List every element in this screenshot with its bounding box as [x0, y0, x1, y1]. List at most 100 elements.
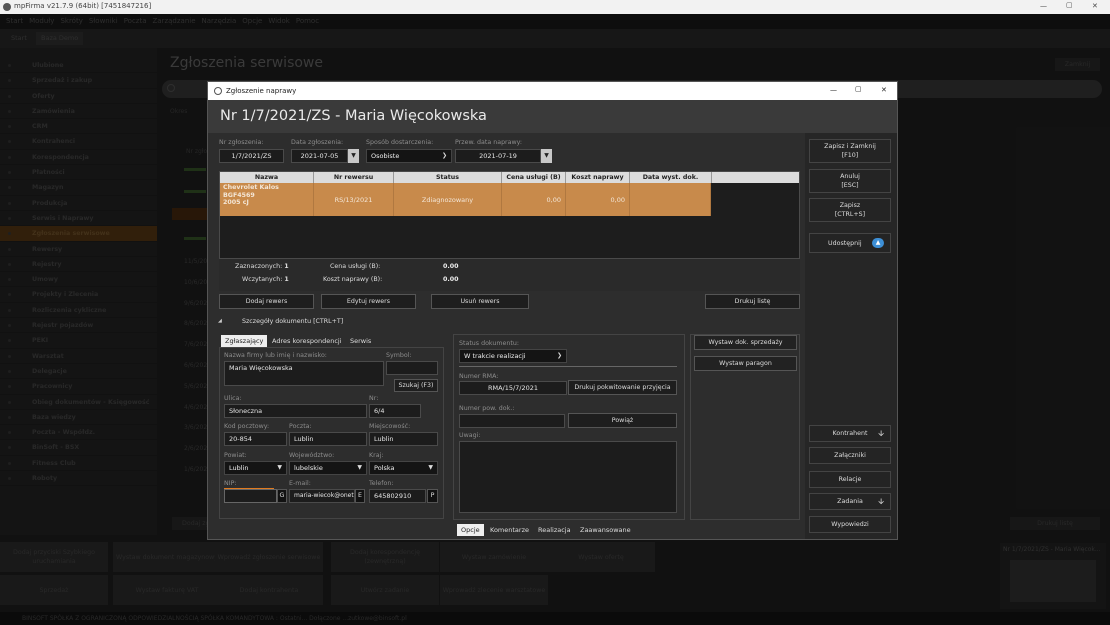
tab-opcje[interactable]: Opcje — [457, 524, 484, 536]
city-field[interactable]: Lublin — [369, 432, 438, 446]
link-button[interactable]: Powiąż — [568, 413, 677, 428]
date-label: Data zgłoszenia: — [291, 139, 344, 146]
print-receipt-button[interactable]: Drukuj pokwitowanie przyjęcia — [568, 380, 677, 395]
chevron-down-icon: ▼ — [428, 464, 433, 471]
county-select[interactable]: Lublin ▼ — [224, 461, 287, 475]
country-select[interactable]: Polska ▼ — [369, 461, 438, 475]
date-field[interactable]: 2021-07-05 — [291, 149, 348, 163]
delivery-value: Osobiste — [371, 152, 400, 160]
arrow-down-icon: 🡫 — [878, 497, 884, 506]
repair-date-dropdown-button[interactable]: ▼ — [541, 149, 552, 163]
email-field[interactable]: maria-wiecok@onet.pl — [289, 489, 355, 503]
status-underline — [459, 366, 677, 367]
contractor-button[interactable]: Kontrahent 🡫 — [809, 425, 891, 442]
attachments-button[interactable]: Załączniki — [809, 447, 891, 464]
dialog-maximize-button[interactable]: ▢ — [855, 85, 862, 93]
post-office-field[interactable]: Lublin — [289, 432, 367, 446]
chevron-down-icon: ❯ — [556, 352, 562, 359]
dialog-app-icon — [214, 87, 222, 95]
phone-field[interactable]: 645802910 — [369, 489, 426, 503]
edit-rewers-button[interactable]: Edytuj rewers — [321, 294, 416, 309]
delete-rewers-button[interactable]: Usuń rewers — [431, 294, 529, 309]
save-close-button[interactable]: Zapisz i Zamknij [F10] — [809, 139, 891, 163]
app-titlebar: mpFirma v21.7.9 (64bit) [7451847216] — ▢… — [0, 0, 1110, 14]
table-row[interactable]: Chevrolet Kalos BGF4569 2005 cJ RS/13/20… — [220, 183, 711, 216]
tasks-button[interactable]: Zadania 🡫 — [809, 493, 891, 510]
col-data-wyst[interactable]: Data wyst. dok. sprzed. — [630, 172, 712, 192]
close-button[interactable]: ✕ — [1092, 2, 1098, 10]
minimize-button[interactable]: — — [1040, 2, 1047, 10]
dialog-minimize-button[interactable]: — — [830, 86, 837, 94]
search-client-button[interactable]: Szukaj (F3) — [394, 379, 438, 392]
gus-button[interactable]: G — [277, 489, 287, 503]
details-toggle[interactable]: Szczegóły dokumentu [CTRL+T] — [242, 318, 343, 325]
app-title: mpFirma v21.7.9 (64bit) [7451847216] — [14, 2, 152, 10]
chevron-down-icon: ❯ — [441, 152, 447, 159]
date-dropdown-button[interactable]: ▼ — [348, 149, 359, 163]
repair-dialog: Zgłoszenie naprawy — ▢ ✕ Nr 1/7/2021/ZS … — [207, 81, 898, 540]
tab-zglaszajacy[interactable]: Zgłaszający — [221, 335, 268, 347]
share-button[interactable]: Udostępnij ▲ — [809, 233, 891, 253]
col-cena[interactable]: Cena usługi (B) — [502, 172, 566, 183]
cell-cena: 0,00 — [502, 183, 566, 216]
house-nr-label: Nr: — [369, 395, 379, 402]
country-value: Polska — [374, 464, 395, 472]
statements-button[interactable]: Wypowiedzi — [809, 516, 891, 533]
post-office-label: Poczta: — [289, 423, 312, 430]
tab-komentarze[interactable]: Komentarze — [486, 524, 533, 536]
doc-nr-field[interactable] — [459, 414, 565, 428]
col-nr-rewersu[interactable]: Nr rewersu — [314, 172, 394, 183]
selected-count: 1 — [284, 263, 289, 270]
save-button[interactable]: Zapisz [CTRL+S] — [809, 198, 891, 222]
contractor-label: Kontrahent — [832, 430, 868, 437]
maximize-button[interactable]: ▢ — [1066, 1, 1073, 9]
street-field[interactable]: Słoneczna — [224, 404, 367, 418]
postal-field[interactable]: 20-854 — [224, 432, 287, 446]
tab-adres-korespondencji[interactable]: Adres korespondencji — [268, 335, 346, 347]
price-sum-label: Cena usługi (B): — [330, 263, 381, 270]
phone-label: Telefon: — [369, 480, 394, 487]
rewers-table: Nazwa Nr rewersu Status Cena usługi (B) … — [219, 171, 800, 259]
name-label: Nazwa firmy lub imię i nazwisko: — [224, 352, 327, 359]
cell-status: Zdiagnozowany — [394, 183, 502, 216]
house-nr-field[interactable]: 6/4 — [369, 404, 421, 418]
summary-panel: Zaznaczonych: 1 Wczytanych: 1 Cena usług… — [219, 259, 800, 291]
col-nazwa[interactable]: Nazwa — [220, 172, 314, 183]
name-field[interactable]: Maria Więcokowska — [224, 361, 384, 386]
tab-serwis[interactable]: Serwis — [346, 335, 375, 347]
delivery-select[interactable]: Osobiste ❯ — [366, 149, 452, 163]
cancel-button[interactable]: Anuluj [ESC] — [809, 169, 891, 193]
nr-field[interactable]: 1/7/2021/ZS — [219, 149, 284, 163]
cell-data-wyst — [630, 183, 711, 216]
issue-receipt-button[interactable]: Wystaw paragon — [694, 356, 797, 371]
tab-zaawansowane[interactable]: Zaawansowane — [576, 524, 635, 536]
repair-date-field[interactable]: 2021-07-19 — [455, 149, 541, 163]
voivodeship-select[interactable]: lubelskie ▼ — [289, 461, 367, 475]
loaded-count: 1 — [284, 276, 289, 283]
details-toggle-icon[interactable]: ◢ — [218, 318, 222, 324]
add-rewers-button[interactable]: Dodaj rewers — [219, 294, 314, 309]
doc-status-select[interactable]: W trakcie realizacji ❯ — [459, 349, 567, 363]
phone-button[interactable]: P — [427, 489, 438, 503]
country-label: Kraj: — [369, 452, 384, 459]
email-button[interactable]: E — [355, 489, 365, 503]
rma-field[interactable]: RMA/15/7/2021 — [459, 381, 567, 395]
table-header: Nazwa Nr rewersu Status Cena usługi (B) … — [220, 172, 799, 192]
doc-status-value: W trakcie realizacji — [464, 352, 526, 360]
symbol-label: Symbol: — [386, 352, 412, 359]
cloud-upload-icon: ▲ — [872, 238, 884, 248]
print-list-button[interactable]: Drukuj listę — [705, 294, 800, 309]
issue-sales-doc-button[interactable]: Wystaw dok. sprzedaży — [694, 335, 797, 350]
voivodeship-value: lubelskie — [294, 464, 323, 472]
county-value: Lublin — [229, 464, 249, 472]
col-koszt[interactable]: Koszt naprawy (B) — [566, 172, 630, 192]
nip-field[interactable] — [224, 489, 277, 503]
col-status[interactable]: Status — [394, 172, 502, 183]
tab-realizacja[interactable]: Realizacja — [534, 524, 575, 536]
notes-field[interactable] — [459, 441, 677, 513]
cell-rewers: RS/13/2021 — [314, 183, 394, 216]
relations-button[interactable]: Relacje — [809, 471, 891, 488]
symbol-field[interactable] — [386, 361, 438, 375]
chevron-down-icon: ▼ — [277, 464, 282, 471]
dialog-close-button[interactable]: ✕ — [881, 86, 887, 94]
